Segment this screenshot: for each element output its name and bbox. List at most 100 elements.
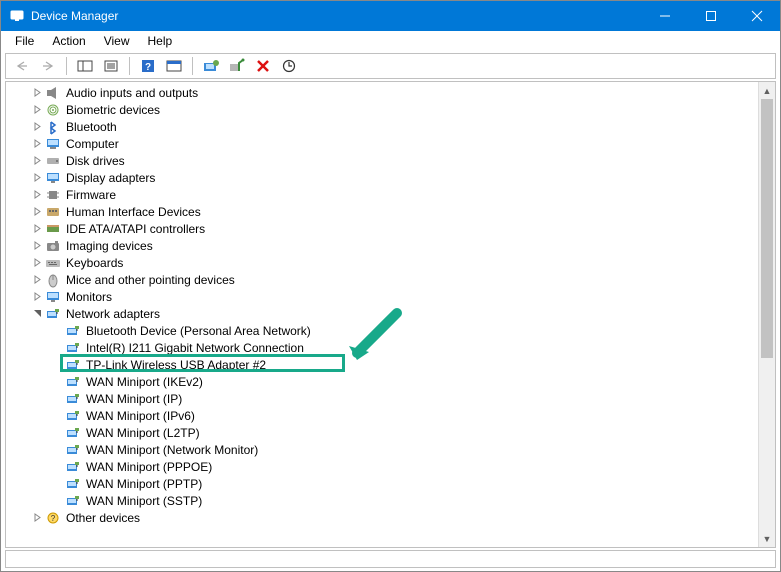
tree-category-label: Computer bbox=[64, 137, 121, 151]
close-button[interactable] bbox=[734, 1, 780, 31]
tree-category[interactable]: Computer bbox=[6, 135, 757, 152]
network-icon bbox=[64, 323, 82, 339]
tree-category-label: Biometric devices bbox=[64, 103, 162, 117]
mouse-icon bbox=[44, 272, 62, 288]
expand-icon[interactable] bbox=[30, 103, 44, 117]
tree-category-label: Human Interface Devices bbox=[64, 205, 203, 219]
tree-device-label: WAN Miniport (SSTP) bbox=[84, 494, 204, 508]
expand-icon[interactable] bbox=[30, 120, 44, 134]
scroll-thumb[interactable] bbox=[761, 99, 773, 358]
speaker-icon bbox=[44, 85, 62, 101]
uninstall-device-button[interactable] bbox=[251, 55, 275, 77]
forward-button[interactable] bbox=[36, 55, 60, 77]
tree-category-label: Mice and other pointing devices bbox=[64, 273, 237, 287]
tree-device[interactable]: WAN Miniport (PPTP) bbox=[6, 475, 757, 492]
back-button[interactable] bbox=[10, 55, 34, 77]
expand-icon[interactable] bbox=[30, 171, 44, 185]
tree-device[interactable]: WAN Miniport (Network Monitor) bbox=[6, 441, 757, 458]
expand-icon[interactable] bbox=[30, 239, 44, 253]
monitor-icon bbox=[44, 289, 62, 305]
svg-text:?: ? bbox=[51, 514, 56, 523]
tree-category-label: Disk drives bbox=[64, 154, 127, 168]
tree-category[interactable]: ?Other devices bbox=[6, 509, 757, 526]
device-tree[interactable]: Audio inputs and outputs Biometric device… bbox=[6, 82, 757, 547]
tree-category[interactable]: Imaging devices bbox=[6, 237, 757, 254]
fingerprint-icon bbox=[44, 102, 62, 118]
tree-device[interactable]: WAN Miniport (SSTP) bbox=[6, 492, 757, 509]
tree-category-label: Keyboards bbox=[64, 256, 125, 270]
tree-category[interactable]: Firmware bbox=[6, 186, 757, 203]
expand-icon[interactable] bbox=[30, 86, 44, 100]
tree-category[interactable]: Mice and other pointing devices bbox=[6, 271, 757, 288]
network-icon bbox=[64, 476, 82, 492]
toolbar-divider bbox=[192, 57, 193, 75]
tree-category-label: Monitors bbox=[64, 290, 114, 304]
keyboard-icon bbox=[44, 255, 62, 271]
tree-device-label: WAN Miniport (PPPOE) bbox=[84, 460, 214, 474]
tree-device[interactable]: WAN Miniport (L2TP) bbox=[6, 424, 757, 441]
expand-icon[interactable] bbox=[30, 290, 44, 304]
network-icon bbox=[64, 391, 82, 407]
scroll-down-button[interactable]: ▼ bbox=[759, 530, 775, 547]
tree-category[interactable]: IDE ATA/ATAPI controllers bbox=[6, 220, 757, 237]
tree-device[interactable]: WAN Miniport (PPPOE) bbox=[6, 458, 757, 475]
tree-device[interactable]: Intel(R) I211 Gigabit Network Connection bbox=[6, 339, 757, 356]
action-button[interactable] bbox=[162, 55, 186, 77]
expand-icon[interactable] bbox=[30, 511, 44, 525]
tree-device[interactable]: WAN Miniport (IP) bbox=[6, 390, 757, 407]
tree-device[interactable]: WAN Miniport (IPv6) bbox=[6, 407, 757, 424]
tree-category[interactable]: Monitors bbox=[6, 288, 757, 305]
scroll-up-button[interactable]: ▲ bbox=[759, 82, 775, 99]
tree-category[interactable]: Bluetooth bbox=[6, 118, 757, 135]
vertical-scrollbar[interactable]: ▲ ▼ bbox=[758, 82, 775, 547]
tree-device-label: WAN Miniport (IPv6) bbox=[84, 409, 197, 423]
update-driver-button[interactable] bbox=[199, 55, 223, 77]
collapse-icon[interactable] bbox=[30, 307, 44, 321]
tree-category[interactable]: Audio inputs and outputs bbox=[6, 84, 757, 101]
tree-device[interactable]: Bluetooth Device (Personal Area Network) bbox=[6, 322, 757, 339]
tree-category[interactable]: Disk drives bbox=[6, 152, 757, 169]
menu-help[interactable]: Help bbox=[140, 32, 181, 50]
help-button[interactable]: ? bbox=[136, 55, 160, 77]
menu-file[interactable]: File bbox=[7, 32, 42, 50]
svg-text:?: ? bbox=[145, 62, 151, 73]
network-icon bbox=[64, 374, 82, 390]
tree-device-label: WAN Miniport (L2TP) bbox=[84, 426, 202, 440]
scan-hardware-button[interactable] bbox=[277, 55, 301, 77]
expand-icon[interactable] bbox=[30, 222, 44, 236]
show-hide-console-tree-button[interactable] bbox=[73, 55, 97, 77]
tree-category[interactable]: Display adapters bbox=[6, 169, 757, 186]
window-title: Device Manager bbox=[31, 9, 118, 23]
tree-device-label: WAN Miniport (PPTP) bbox=[84, 477, 204, 491]
expand-icon[interactable] bbox=[30, 154, 44, 168]
tree-category[interactable]: Biometric devices bbox=[6, 101, 757, 118]
network-icon bbox=[44, 306, 62, 322]
menu-view[interactable]: View bbox=[96, 32, 138, 50]
tree-category-label: Firmware bbox=[64, 188, 118, 202]
network-icon bbox=[64, 425, 82, 441]
expand-icon[interactable] bbox=[30, 137, 44, 151]
expand-icon[interactable] bbox=[30, 256, 44, 270]
menu-action[interactable]: Action bbox=[44, 32, 93, 50]
tree-device[interactable]: TP-Link Wireless USB Adapter #2 bbox=[6, 356, 757, 373]
expand-icon[interactable] bbox=[30, 205, 44, 219]
toolbar: ? bbox=[5, 53, 776, 79]
tree-category[interactable]: Network adapters bbox=[6, 305, 757, 322]
properties-button[interactable] bbox=[99, 55, 123, 77]
scroll-track[interactable] bbox=[759, 99, 775, 530]
tree-device[interactable]: WAN Miniport (IKEv2) bbox=[6, 373, 757, 390]
enable-device-button[interactable] bbox=[225, 55, 249, 77]
network-icon bbox=[64, 442, 82, 458]
app-icon bbox=[9, 8, 25, 24]
tree-device-label: WAN Miniport (IKEv2) bbox=[84, 375, 205, 389]
tree-category[interactable]: Keyboards bbox=[6, 254, 757, 271]
tree-category[interactable]: Human Interface Devices bbox=[6, 203, 757, 220]
expand-icon[interactable] bbox=[30, 188, 44, 202]
expand-icon[interactable] bbox=[30, 273, 44, 287]
minimize-button[interactable] bbox=[642, 1, 688, 31]
network-icon bbox=[64, 459, 82, 475]
menubar: File Action View Help bbox=[1, 31, 780, 51]
tree-device-label: TP-Link Wireless USB Adapter #2 bbox=[84, 358, 268, 372]
maximize-button[interactable] bbox=[688, 1, 734, 31]
bluetooth-icon bbox=[44, 119, 62, 135]
